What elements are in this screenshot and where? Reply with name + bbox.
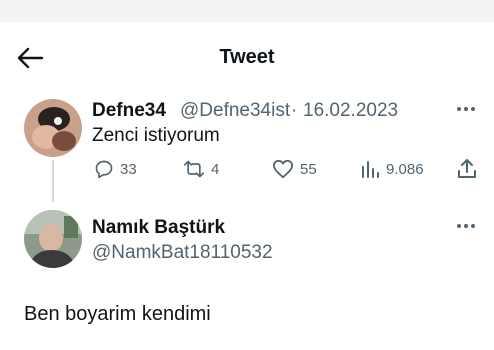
share-icon[interactable] xyxy=(457,158,477,180)
retweet-count: 4 xyxy=(211,160,220,178)
views-icon xyxy=(362,161,379,178)
reply-author-name[interactable]: Namık Baştürk xyxy=(92,217,225,239)
like-button[interactable]: 55 xyxy=(272,158,317,180)
thread-connector-line xyxy=(52,160,54,202)
views-count: 9.086 xyxy=(386,160,424,178)
like-count: 55 xyxy=(300,160,317,178)
header: Tweet xyxy=(0,22,494,94)
retweet-button[interactable]: 4 xyxy=(183,158,219,180)
reply-author-handle[interactable]: @NamkBat18110532 xyxy=(92,242,273,264)
more-icon[interactable] xyxy=(456,106,476,112)
page-title: Tweet xyxy=(219,46,275,68)
more-icon[interactable] xyxy=(456,223,476,229)
tweet-text: Zenci istiyorum xyxy=(92,125,220,146)
status-bar-strip xyxy=(0,0,494,22)
tweet-meta-separator: · xyxy=(291,100,298,121)
tweet-author-handle[interactable]: @Defne34ist xyxy=(180,100,290,122)
reply-button[interactable]: 33 xyxy=(94,158,137,180)
reply-icon xyxy=(95,160,113,179)
reply-count: 33 xyxy=(120,160,137,178)
reply-text: Ben boyarim kendimi xyxy=(24,303,211,325)
avatar[interactable] xyxy=(24,99,82,157)
like-icon xyxy=(272,159,293,179)
tweet-date[interactable]: 16.02.2023 xyxy=(303,100,398,122)
retweet-icon xyxy=(183,160,204,178)
tweet-author-name[interactable]: Defne34 xyxy=(92,100,166,122)
views-button[interactable]: 9.086 xyxy=(360,158,424,180)
avatar[interactable] xyxy=(24,210,82,268)
